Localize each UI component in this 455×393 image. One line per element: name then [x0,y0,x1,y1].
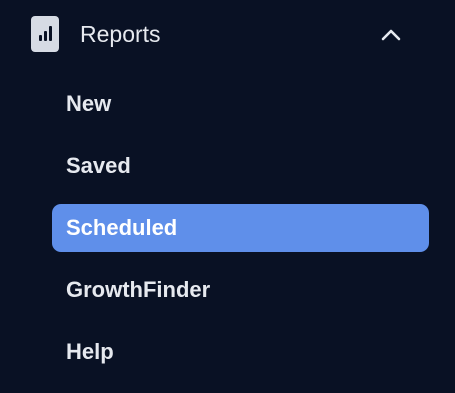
nav-item-label: GrowthFinder [66,277,211,302]
nav-item-label: Scheduled [66,215,178,240]
nav-item-saved[interactable]: Saved [52,142,429,190]
nav-item-label: New [66,91,112,116]
nav-item-growthfinder[interactable]: GrowthFinder [52,266,429,314]
chevron-up-icon[interactable] [379,24,403,44]
nav-item-help[interactable]: Help [52,328,429,376]
reports-section-label: Reports [80,21,161,47]
nav-item-new[interactable]: New [52,80,429,128]
nav-item-label: Help [66,339,114,364]
bar-chart-icon [31,16,59,52]
reports-sidebar-nav: Reports New Saved Scheduled GrowthFinder… [0,0,455,393]
reports-section-header[interactable]: Reports [0,0,455,70]
nav-item-scheduled[interactable]: Scheduled [52,204,429,252]
nav-item-label: Saved [66,153,131,178]
